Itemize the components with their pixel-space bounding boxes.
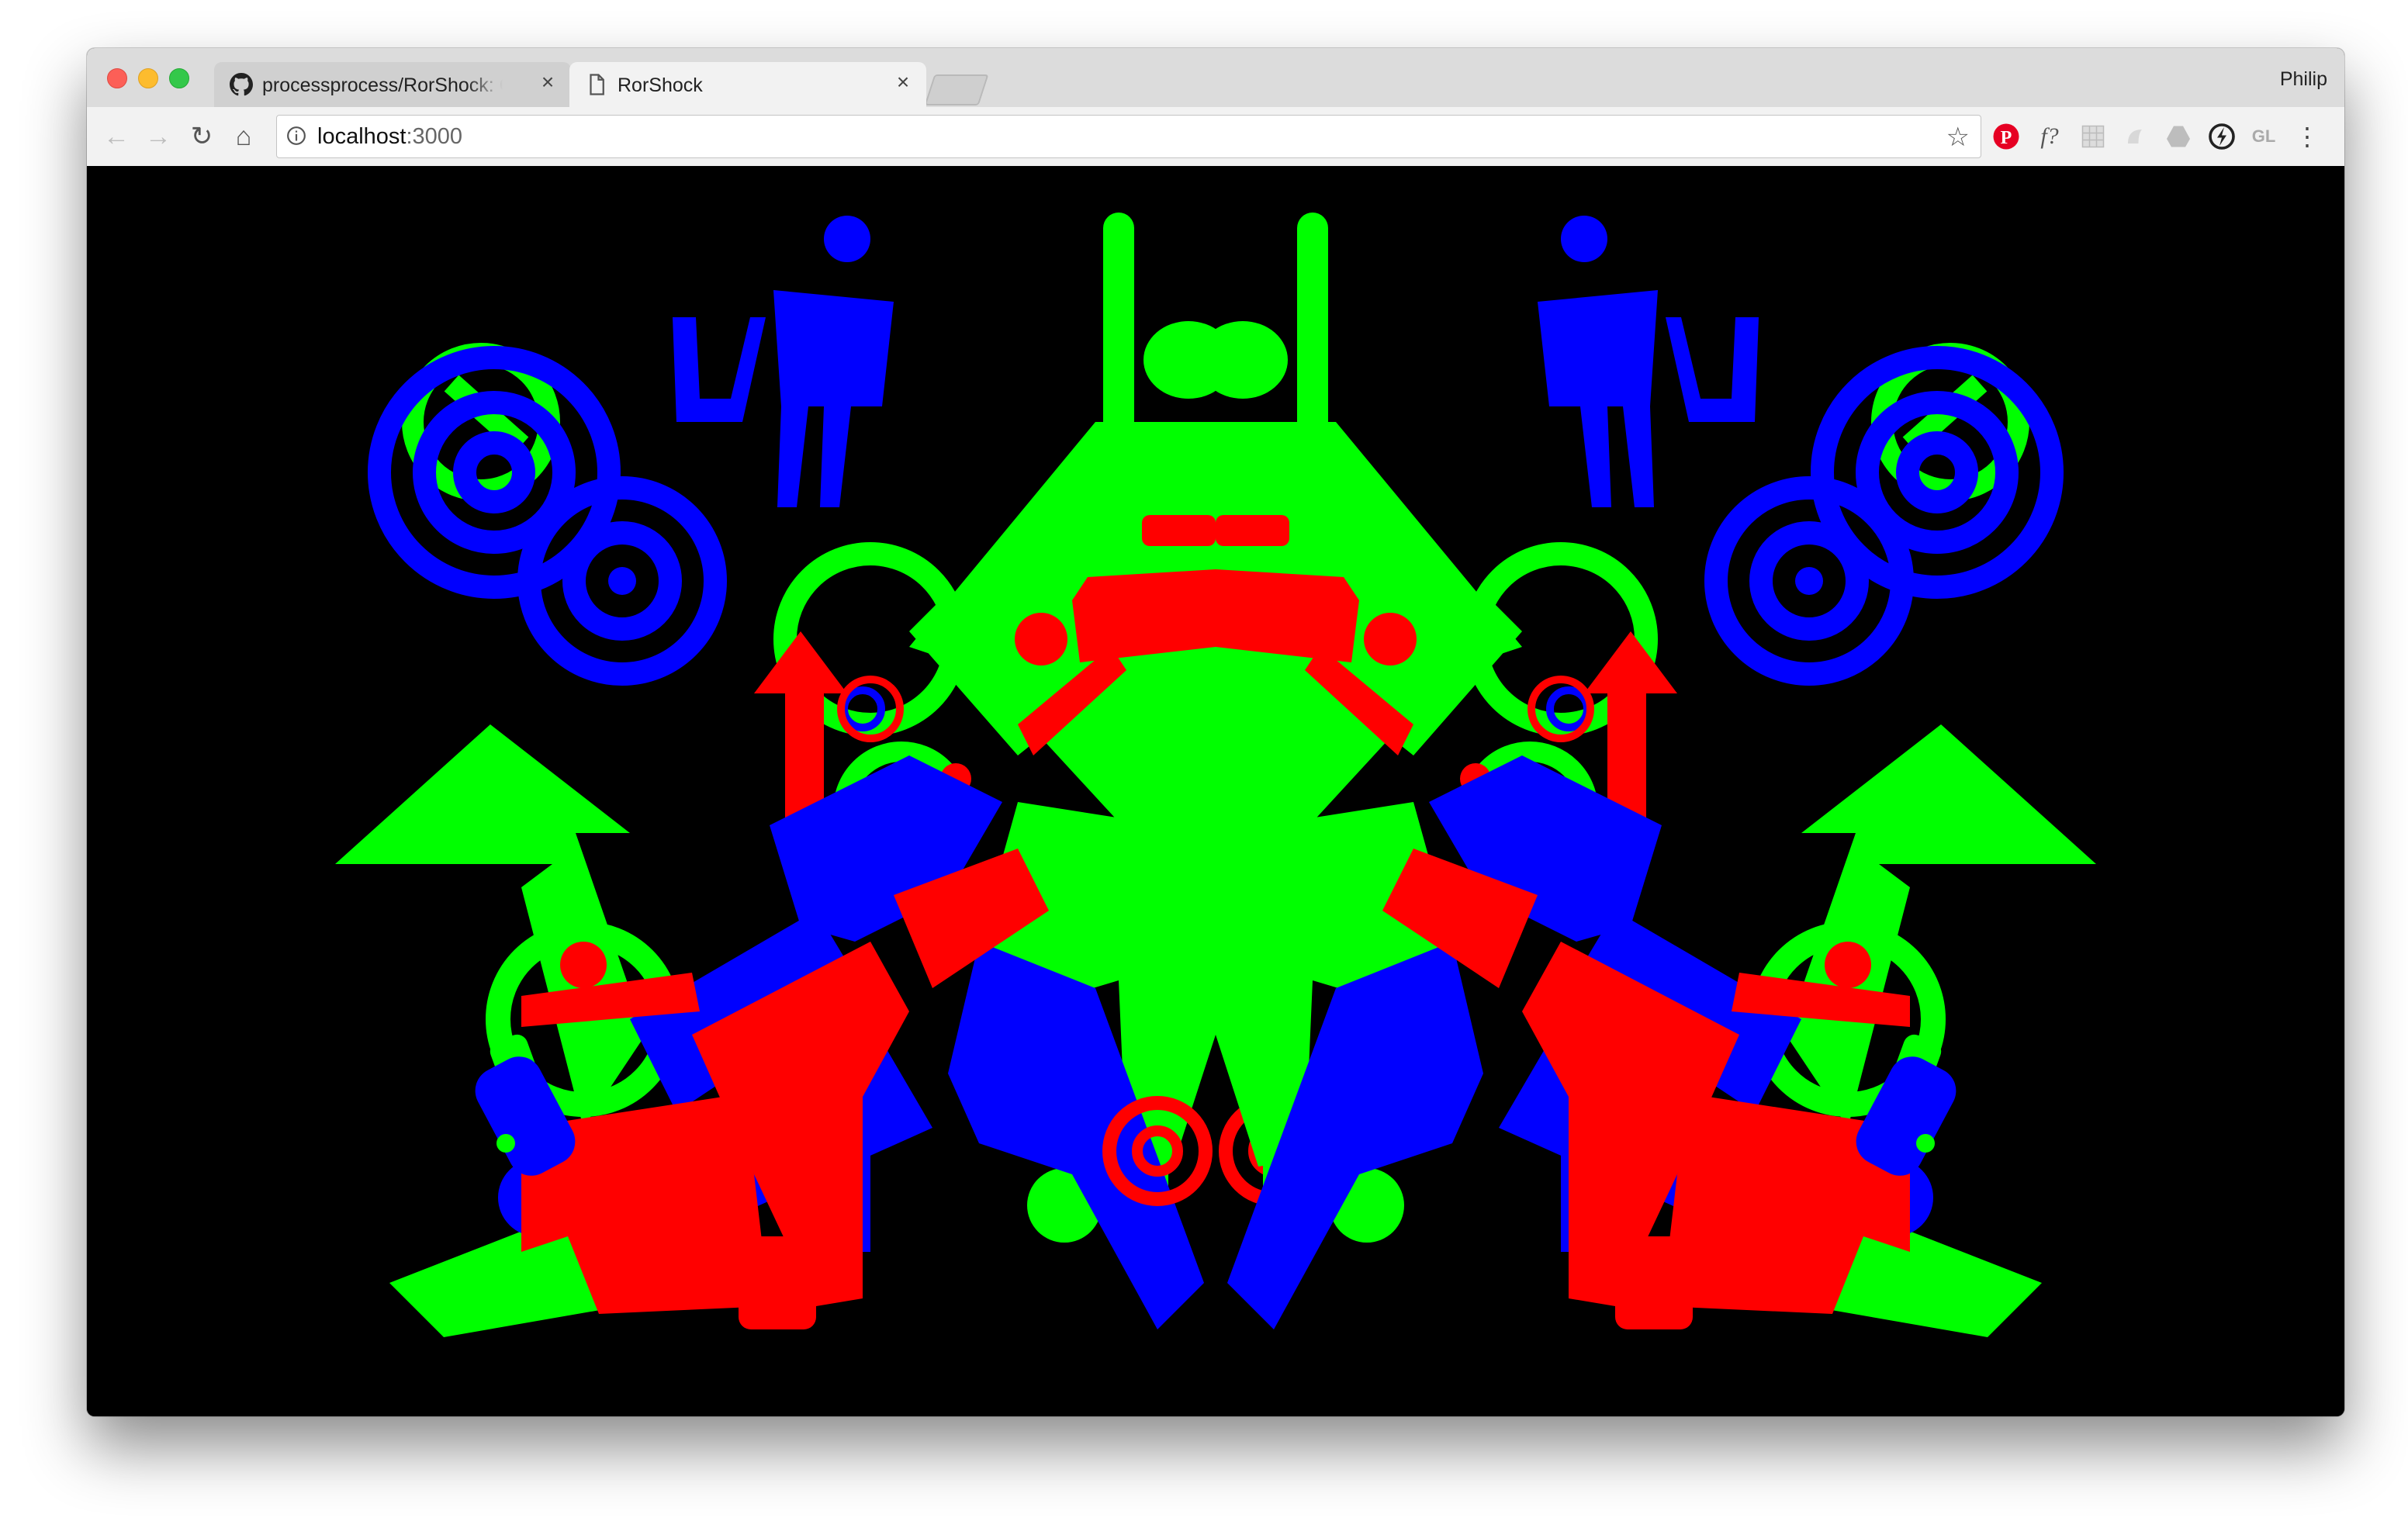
url-host: localhost — [317, 124, 407, 149]
home-icon[interactable]: ⌂ — [228, 121, 259, 152]
github-icon — [230, 73, 253, 96]
tab-strip: processprocess/RorShock: Ge × RorShock ×… — [87, 48, 2344, 107]
drive-icon[interactable] — [2164, 123, 2192, 150]
forward-icon[interactable]: → — [143, 121, 174, 152]
url-port: :3000 — [406, 124, 463, 149]
tab-rorshock[interactable]: RorShock × — [569, 62, 926, 107]
address-bar[interactable]: localhost:3000 ☆ — [276, 115, 1981, 158]
ext-icon[interactable] — [2121, 123, 2149, 150]
info-icon[interactable] — [286, 126, 306, 146]
page-icon — [590, 74, 604, 95]
close-tab-icon[interactable]: × — [892, 71, 914, 93]
grid-icon[interactable] — [2079, 123, 2107, 150]
reload-icon[interactable]: ↻ — [186, 121, 217, 152]
browser-window: processprocess/RorShock: Ge × RorShock ×… — [87, 48, 2344, 1416]
rorshock-canvas — [87, 166, 2344, 1416]
maximize-window-button[interactable] — [169, 68, 189, 88]
close-tab-icon[interactable]: × — [537, 71, 559, 93]
close-window-button[interactable] — [107, 68, 127, 88]
tab-label: processprocess/RorShock: Ge — [262, 74, 503, 96]
back-icon[interactable]: ← — [101, 121, 132, 152]
tab-github[interactable]: processprocess/RorShock: Ge × — [214, 62, 571, 107]
profile-name[interactable]: Philip — [2280, 68, 2327, 91]
tab-label: RorShock — [618, 74, 703, 96]
new-tab-button[interactable] — [924, 74, 989, 105]
gl-icon[interactable]: GL — [2250, 123, 2278, 150]
menu-icon[interactable]: ⋮ — [2293, 123, 2321, 150]
mirrored-art — [87, 166, 2344, 1416]
toolbar: ← → ↻ ⌂ localhost:3000 ☆ P f? GL ⋮ — [87, 107, 2344, 167]
speed-icon[interactable] — [2208, 123, 2236, 150]
bookmark-star-icon[interactable]: ☆ — [1946, 122, 1970, 153]
pinterest-icon[interactable]: P — [1992, 123, 2020, 150]
minimize-window-button[interactable] — [138, 68, 158, 88]
font-icon[interactable]: f? — [2036, 123, 2064, 150]
svg-text:P: P — [2001, 128, 2012, 148]
url-text: localhost:3000 — [317, 124, 462, 150]
